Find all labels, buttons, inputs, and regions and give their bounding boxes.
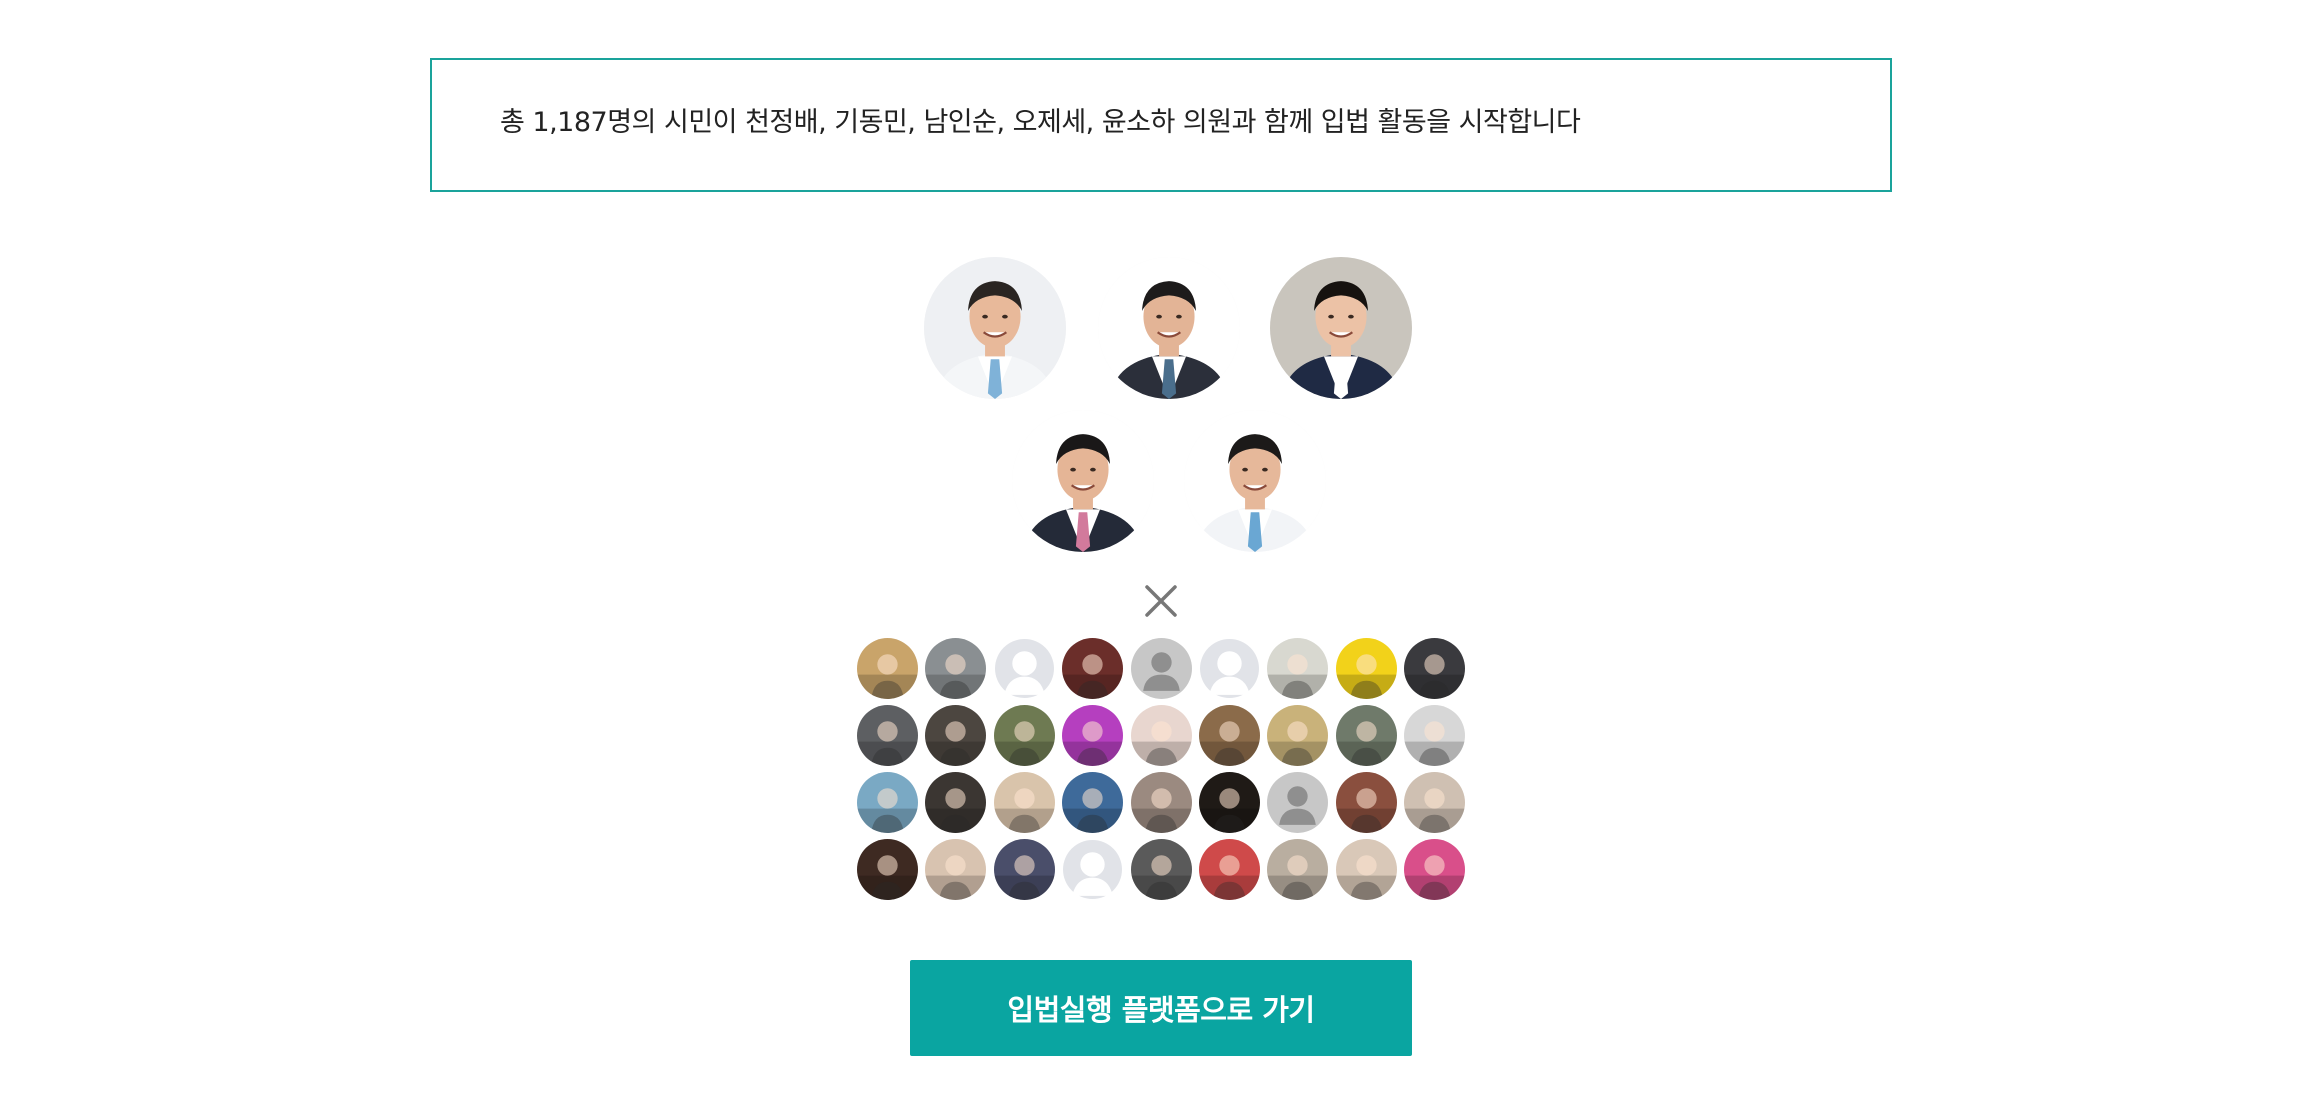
citizen-photo: [1199, 839, 1260, 900]
user-silhouette-icon: [1267, 772, 1328, 833]
citizen-photo: [1062, 772, 1123, 833]
citizen-photo: [857, 638, 918, 699]
summary-box: 총 1,187명의 시민이 천정배, 기동민, 남인순, 오제세, 윤소하 의원…: [430, 58, 1892, 192]
citizen-photo: [1404, 772, 1465, 833]
citizen-photo: [925, 772, 986, 833]
citizen-photo: [1199, 705, 1260, 766]
citizen-avatar[interactable]: [857, 839, 918, 900]
summary-text: 총 1,187명의 시민이 천정배, 기동민, 남인순, 오제세, 윤소하 의원…: [500, 107, 1581, 138]
citizen-avatar[interactable]: [1404, 839, 1465, 900]
citizen-avatar[interactable]: [1199, 705, 1260, 766]
go-to-legislation-platform-button[interactable]: 입법실행 플랫폼으로 가기: [910, 960, 1412, 1056]
citizen-photo: [1131, 772, 1192, 833]
citizen-avatar[interactable]: [1062, 772, 1123, 833]
citizen-photo: [857, 839, 918, 900]
citizen-photo: [1336, 772, 1397, 833]
citizen-avatar[interactable]: [994, 772, 1055, 833]
citizen-avatar[interactable]: [1199, 772, 1260, 833]
citizen-photo: [1267, 839, 1328, 900]
citizen-avatar[interactable]: [1131, 839, 1192, 900]
default-avatar-icon: [1199, 638, 1260, 699]
default-avatar-icon: [1062, 839, 1123, 900]
default-avatar-icon: [994, 638, 1055, 699]
citizen-photo: [857, 772, 918, 833]
citizen-avatar[interactable]: [1267, 705, 1328, 766]
citizen-avatar[interactable]: [1199, 839, 1260, 900]
citizen-avatar[interactable]: [857, 772, 918, 833]
citizen-photo: [1404, 839, 1465, 900]
citizen-avatar[interactable]: [1267, 839, 1328, 900]
citizen-avatar[interactable]: [925, 638, 986, 699]
citizen-photo: [925, 705, 986, 766]
citizen-avatar[interactable]: [1404, 705, 1465, 766]
citizen-photo: [1336, 638, 1397, 699]
citizen-avatar[interactable]: [1131, 705, 1192, 766]
citizen-photo: [1404, 705, 1465, 766]
citizen-photo: [1199, 772, 1260, 833]
citizen-avatar[interactable]: [1062, 839, 1123, 900]
citizen-photo: [1062, 705, 1123, 766]
legislator-photo-5[interactable]: [1184, 410, 1326, 552]
citizen-avatar[interactable]: [1062, 638, 1123, 699]
citizen-photo: [1336, 839, 1397, 900]
citizen-avatar-grid: [857, 638, 1465, 900]
citizen-avatar[interactable]: [1062, 705, 1123, 766]
citizen-avatar[interactable]: [925, 839, 986, 900]
citizen-avatar[interactable]: [857, 638, 918, 699]
citizen-avatar[interactable]: [1267, 638, 1328, 699]
citizen-photo: [994, 705, 1055, 766]
citizen-photo: [1131, 839, 1192, 900]
user-silhouette-icon: [1131, 638, 1192, 699]
citizen-photo: [925, 638, 986, 699]
times-icon: [1145, 585, 1177, 617]
citizen-avatar[interactable]: [1404, 638, 1465, 699]
citizen-photo: [1131, 705, 1192, 766]
citizen-avatar[interactable]: [1131, 772, 1192, 833]
citizen-avatar[interactable]: [1267, 772, 1328, 833]
citizen-photo: [925, 839, 986, 900]
legislator-photo-2[interactable]: [1098, 257, 1240, 399]
citizen-photo: [994, 839, 1055, 900]
citizen-avatar[interactable]: [1404, 772, 1465, 833]
citizen-avatar[interactable]: [1336, 839, 1397, 900]
citizen-avatar[interactable]: [1336, 772, 1397, 833]
legislator-portrait: [1012, 410, 1154, 552]
legislator-photo-3[interactable]: [1270, 257, 1412, 399]
citizen-avatar[interactable]: [1336, 705, 1397, 766]
citizen-photo: [857, 705, 918, 766]
legislator-portrait: [924, 257, 1066, 399]
citizen-photo: [994, 772, 1055, 833]
legislator-portrait: [1270, 257, 1412, 399]
citizen-avatar[interactable]: [994, 638, 1055, 699]
citizen-photo: [1404, 638, 1465, 699]
citizen-photo: [1267, 638, 1328, 699]
citizen-avatar[interactable]: [1131, 638, 1192, 699]
citizen-avatar[interactable]: [1199, 638, 1260, 699]
legislator-photo-1[interactable]: [924, 257, 1066, 399]
citizen-avatar[interactable]: [994, 705, 1055, 766]
citizen-avatar[interactable]: [1336, 638, 1397, 699]
citizen-photo: [1062, 638, 1123, 699]
citizen-avatar[interactable]: [994, 839, 1055, 900]
citizen-avatar[interactable]: [925, 705, 986, 766]
legislator-photo-4[interactable]: [1012, 410, 1154, 552]
legislator-portrait: [1184, 410, 1326, 552]
legislator-portrait: [1098, 257, 1240, 399]
citizen-photo: [1267, 705, 1328, 766]
citizen-avatar[interactable]: [925, 772, 986, 833]
citizen-avatar[interactable]: [857, 705, 918, 766]
citizen-photo: [1336, 705, 1397, 766]
